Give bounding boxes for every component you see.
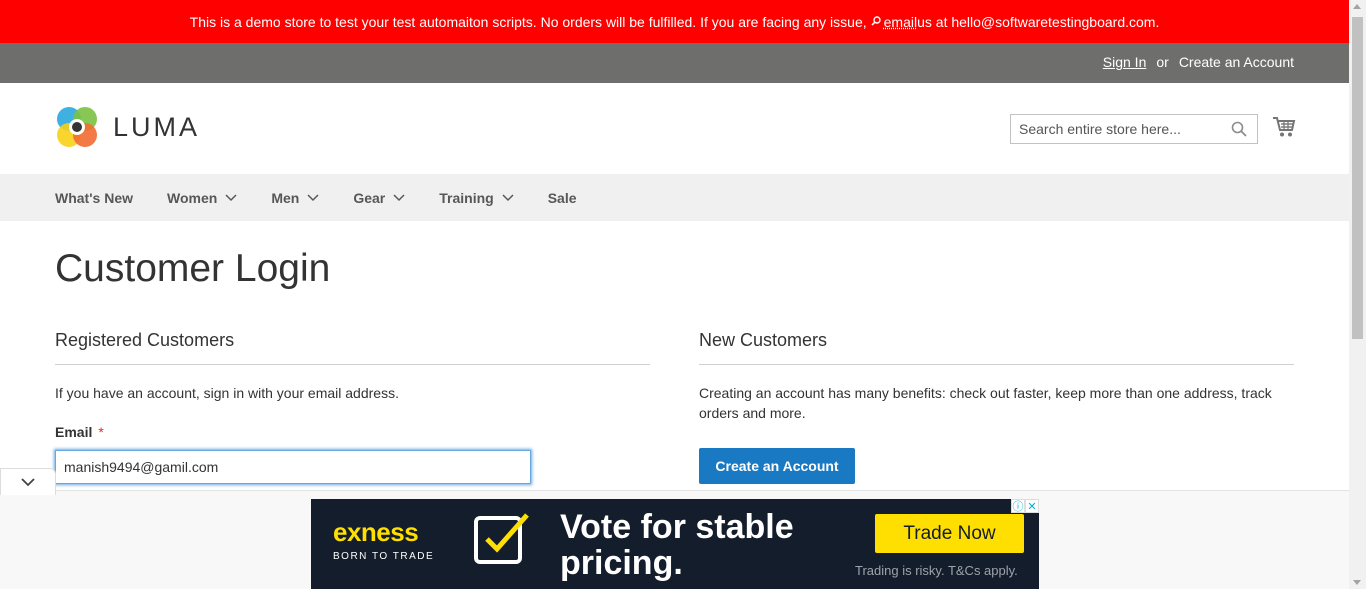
ad-headline: Vote for stable pricing. <box>560 508 794 582</box>
ad-disclaimer: Trading is risky. T&Cs apply. <box>855 563 1018 578</box>
create-account-link[interactable]: Create an Account <box>1179 54 1294 70</box>
nav-men[interactable]: Men <box>271 190 319 206</box>
or-text: or <box>1156 54 1169 70</box>
registered-customers-text: If you have an account, sign in with you… <box>55 385 399 401</box>
page-title: Customer Login <box>55 247 331 290</box>
store-logo[interactable]: LUMA <box>55 105 200 149</box>
nav-item-label: Women <box>167 189 218 206</box>
ad-collapse-toggle[interactable] <box>0 468 56 495</box>
nav-gear[interactable]: Gear <box>353 190 405 206</box>
email-field[interactable] <box>55 450 531 484</box>
top-links-bar: Sign In or Create an Account <box>0 43 1349 83</box>
ad-controls: ⓘ ✕ <box>1011 499 1039 513</box>
cart-icon[interactable] <box>1272 116 1296 143</box>
nav-item-label: Gear <box>353 189 386 206</box>
nav-whats-new[interactable]: What's New <box>55 190 133 206</box>
ad-brand: exness <box>333 517 419 547</box>
nav-item-label: Training <box>439 189 494 206</box>
search-input[interactable] <box>1011 115 1237 143</box>
search-icon[interactable] <box>1231 121 1247 142</box>
checkbox-icon <box>474 513 529 564</box>
email-label: Email * <box>55 424 104 440</box>
ad-info-icon[interactable]: ⓘ <box>1011 499 1025 513</box>
ad-close-icon[interactable]: ✕ <box>1025 499 1039 513</box>
nav-item-label: What's New <box>55 189 134 206</box>
create-account-button[interactable]: Create an Account <box>699 448 855 484</box>
banner-text-end: us at hello@softwaretestingboard.com. <box>917 13 1160 30</box>
email-label-text: Email <box>55 424 93 440</box>
scroll-down-icon[interactable] <box>1353 580 1361 585</box>
new-customers-text: Creating an account has many benefits: c… <box>699 385 1272 421</box>
nav-item-label: Sale <box>547 189 577 206</box>
banner-email-link[interactable]: email <box>884 14 917 30</box>
logo-text: LUMA <box>113 111 201 142</box>
banner-text: This is a demo store to test your test a… <box>189 13 867 30</box>
nav-training[interactable]: Training <box>439 189 514 206</box>
scroll-up-icon[interactable] <box>1353 4 1361 9</box>
sign-in-link[interactable]: Sign In <box>1103 54 1147 70</box>
ad-tagline: BORN TO TRADE <box>333 551 435 562</box>
new-customers-block: New Customers Creating an account has ma… <box>699 330 1294 423</box>
advertisement-banner[interactable]: exness BORN TO TRADE Vote for stable pri… <box>311 499 1039 589</box>
chevron-down-icon <box>393 193 405 201</box>
chevron-down-icon <box>225 193 237 201</box>
magnifier-icon <box>871 15 881 29</box>
chevron-down-icon <box>307 193 319 201</box>
ad-trade-now-button[interactable]: Trade Now <box>875 514 1024 553</box>
chevron-down-icon <box>21 478 35 487</box>
required-mark: * <box>98 424 104 440</box>
page-scrollbar[interactable] <box>1349 0 1366 589</box>
site-header: LUMA <box>0 83 1349 174</box>
demo-notice-banner: This is a demo store to test your test a… <box>0 0 1349 43</box>
main-navigation: What's New Women Men Gear Training Sale <box>0 174 1349 221</box>
scrollbar-thumb[interactable] <box>1352 17 1363 339</box>
registered-customers-block: Registered Customers If you have an acco… <box>55 330 650 403</box>
search-box <box>1010 114 1258 144</box>
registered-customers-title: Registered Customers <box>55 330 650 365</box>
nav-item-label: Men <box>271 189 300 206</box>
nav-women[interactable]: Women <box>167 190 237 206</box>
nav-sale[interactable]: Sale <box>548 190 577 206</box>
new-customers-title: New Customers <box>699 330 1294 365</box>
luma-logo-icon <box>57 107 97 147</box>
chevron-down-icon <box>502 193 514 201</box>
